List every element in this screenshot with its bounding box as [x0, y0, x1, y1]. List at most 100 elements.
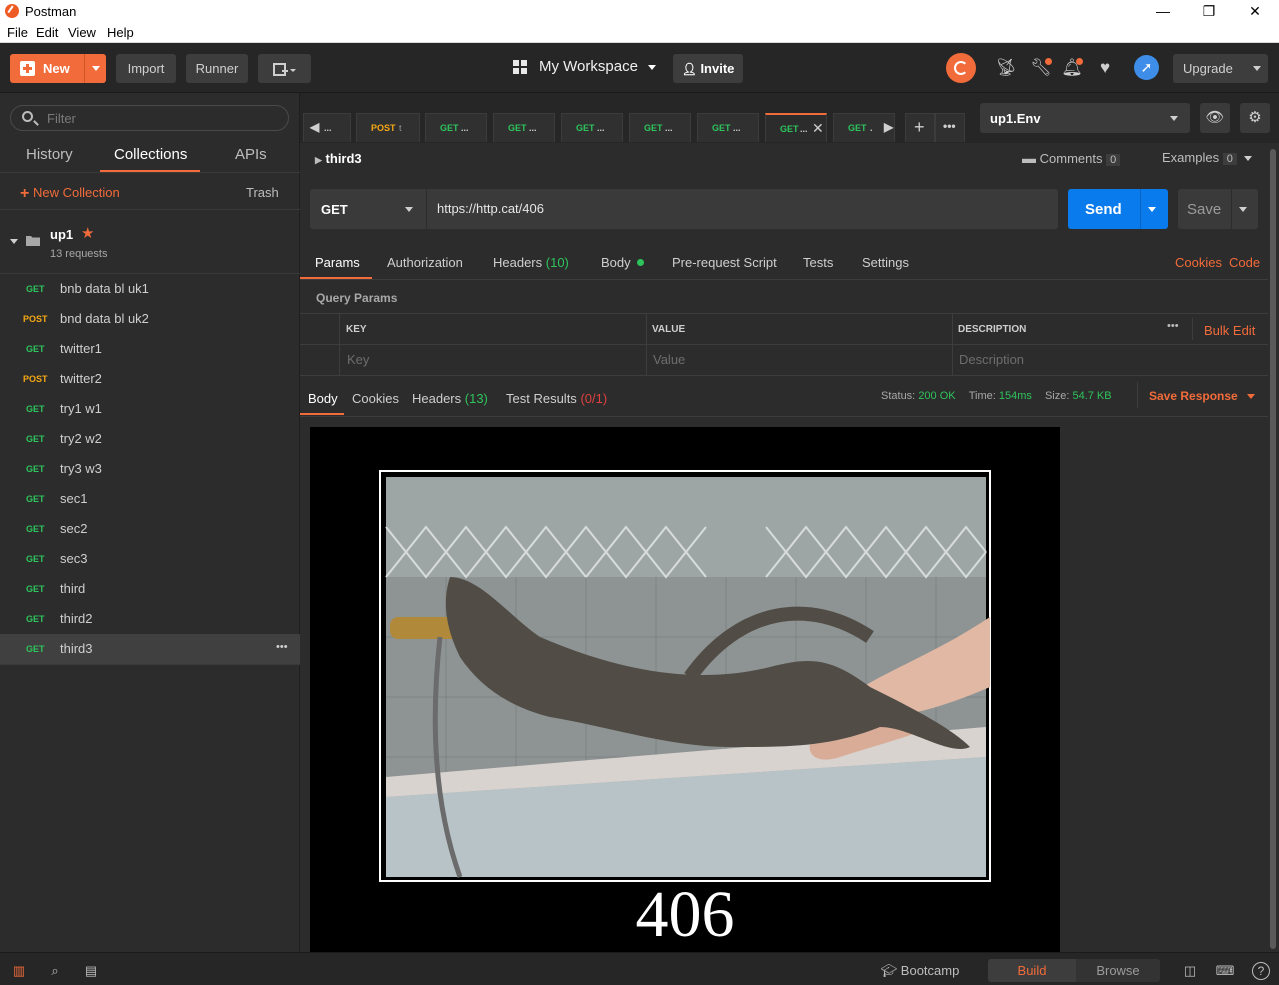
eye-icon[interactable]: 👁︎	[1200, 103, 1230, 133]
heart-icon[interactable]: ♥	[1094, 57, 1116, 79]
request-item[interactable]: GET try3 w3	[0, 454, 300, 484]
satellite-icon[interactable]: 📡︎	[995, 57, 1017, 79]
build-button[interactable]: Build	[988, 959, 1076, 982]
close-window-button[interactable]: ✕	[1240, 1, 1270, 21]
request-item[interactable]: GET sec3	[0, 544, 300, 574]
request-item[interactable]: GET third2	[0, 604, 300, 634]
tab-tests[interactable]: Tests	[803, 255, 833, 270]
request-tab[interactable]: GET...	[425, 113, 487, 142]
find-icon[interactable]: ⌕	[44, 959, 66, 982]
tab-prerequest-script[interactable]: Pre-request Script	[672, 255, 777, 270]
send-button[interactable]: Send	[1068, 189, 1168, 229]
tab-scroll-right[interactable]: ▶	[884, 120, 893, 134]
chevron-down-icon	[1247, 394, 1256, 400]
key-input[interactable]: Key	[347, 352, 369, 367]
request-item[interactable]: GET try1 w1	[0, 394, 300, 424]
tab-settings[interactable]: Settings	[862, 255, 909, 270]
request-tab[interactable]: GET...	[629, 113, 691, 142]
keyboard-icon[interactable]: ⌨	[1215, 959, 1235, 982]
send-dropdown-icon[interactable]	[1148, 207, 1156, 212]
filter-input[interactable]	[47, 110, 267, 127]
filter-field[interactable]	[10, 105, 289, 131]
cookies-link[interactable]: Cookies	[1175, 255, 1222, 270]
request-item[interactable]: GET bnb data bl uk1	[0, 274, 300, 304]
chevron-down-icon	[405, 207, 413, 212]
tab-headers[interactable]: Headers (10)	[493, 255, 569, 270]
workspace-selector[interactable]: My Workspace	[539, 58, 657, 75]
bulk-edit-link[interactable]: Bulk Edit	[1204, 323, 1255, 338]
scrollbar[interactable]	[1269, 149, 1277, 952]
star-icon[interactable]: ★	[81, 224, 94, 242]
tab-response-headers[interactable]: Headers (13)	[412, 391, 488, 406]
request-tab[interactable]: GET. ▶	[833, 113, 895, 142]
chevron-down-icon[interactable]	[10, 239, 18, 244]
more-icon[interactable]: •••	[276, 641, 288, 653]
menu-help[interactable]: Help	[107, 25, 134, 40]
new-button[interactable]: New	[10, 54, 106, 83]
new-collection-button[interactable]: + New Collection	[20, 185, 120, 203]
tab-collections[interactable]: Collections	[114, 146, 187, 163]
request-item[interactable]: POST bnd data bl uk2	[0, 304, 300, 334]
menu-file[interactable]: File	[7, 25, 28, 40]
minimize-button[interactable]: —	[1148, 1, 1178, 21]
plus-icon: +	[914, 117, 925, 137]
environment-selector[interactable]: up1.Env	[980, 103, 1190, 133]
examples-button[interactable]: Examples 0	[1162, 150, 1253, 165]
value-input[interactable]: Value	[653, 352, 685, 367]
menu-view[interactable]: View	[68, 25, 96, 40]
invite-button[interactable]: 👤︎ Invite	[673, 54, 743, 83]
import-button[interactable]: Import	[116, 54, 176, 83]
tab-history[interactable]: History	[26, 146, 73, 163]
request-tab[interactable]: POST t	[356, 113, 420, 142]
tab-test-results[interactable]: Test Results (0/1)	[506, 391, 607, 406]
request-item[interactable]: GET sec2	[0, 514, 300, 544]
collection-up1[interactable]: up1 ★ 13 requests	[0, 219, 300, 273]
request-tab[interactable]: GET...	[493, 113, 555, 142]
new-dropdown-icon[interactable]	[92, 66, 100, 71]
save-response-button[interactable]: Save Response	[1149, 389, 1256, 403]
request-tab-active[interactable]: GET... ✕	[765, 113, 827, 142]
menu-edit[interactable]: Edit	[36, 25, 58, 40]
sync-icon[interactable]	[946, 53, 976, 83]
maximize-button[interactable]: ❐	[1194, 1, 1224, 21]
sidebar-toggle-icon[interactable]: ▥	[8, 959, 30, 982]
rocket-icon[interactable]: ➚	[1134, 55, 1159, 80]
tab-authorization[interactable]: Authorization	[387, 255, 463, 270]
runner-button[interactable]: Runner	[186, 54, 248, 83]
tab-params[interactable]: Params	[315, 255, 360, 270]
url-input[interactable]: https://http.cat/406	[426, 189, 1058, 229]
help-icon[interactable]: ?	[1252, 962, 1270, 980]
more-icon[interactable]: •••	[1167, 320, 1179, 332]
request-item[interactable]: POST twitter2	[0, 364, 300, 394]
request-item[interactable]: GET try2 w2	[0, 424, 300, 454]
new-tab-button[interactable]: +	[905, 113, 935, 142]
tab-body[interactable]: Body	[601, 255, 645, 270]
trash-button[interactable]: Trash	[246, 185, 279, 200]
request-tab[interactable]: GET...	[561, 113, 623, 142]
tab-scroll-left[interactable]: ◀ ...	[303, 113, 351, 142]
browse-button[interactable]: Browse	[1076, 959, 1160, 982]
save-dropdown-icon[interactable]	[1239, 207, 1247, 212]
tab-apis[interactable]: APIs	[235, 146, 267, 163]
request-tab[interactable]: GET...	[697, 113, 759, 142]
code-link[interactable]: Code	[1229, 255, 1260, 270]
upgrade-button[interactable]: Upgrade	[1173, 54, 1268, 83]
new-window-button[interactable]	[258, 54, 311, 83]
console-icon[interactable]: ▤	[80, 959, 102, 982]
comments-button[interactable]: ▬ Comments 0	[1022, 150, 1121, 166]
gear-icon[interactable]: ⚙	[1240, 103, 1270, 133]
request-item[interactable]: GET third	[0, 574, 300, 604]
tab-response-cookies[interactable]: Cookies	[352, 391, 399, 406]
request-item[interactable]: GET third3 •••	[0, 634, 300, 664]
method-select[interactable]: GET	[310, 189, 426, 229]
tab-response-body[interactable]: Body	[308, 391, 338, 406]
tab-options-button[interactable]: •••	[935, 113, 965, 142]
request-breadcrumb[interactable]: ▶ third3	[315, 151, 362, 166]
save-button[interactable]: Save	[1178, 189, 1258, 229]
bootcamp-button[interactable]: 🎓︎ Bootcamp	[870, 959, 970, 982]
request-item[interactable]: GET twitter1	[0, 334, 300, 364]
two-pane-icon[interactable]: ◫	[1180, 959, 1200, 982]
request-item[interactable]: GET sec1	[0, 484, 300, 514]
description-input[interactable]: Description	[959, 352, 1024, 367]
close-tab-icon[interactable]: ✕	[812, 120, 824, 137]
